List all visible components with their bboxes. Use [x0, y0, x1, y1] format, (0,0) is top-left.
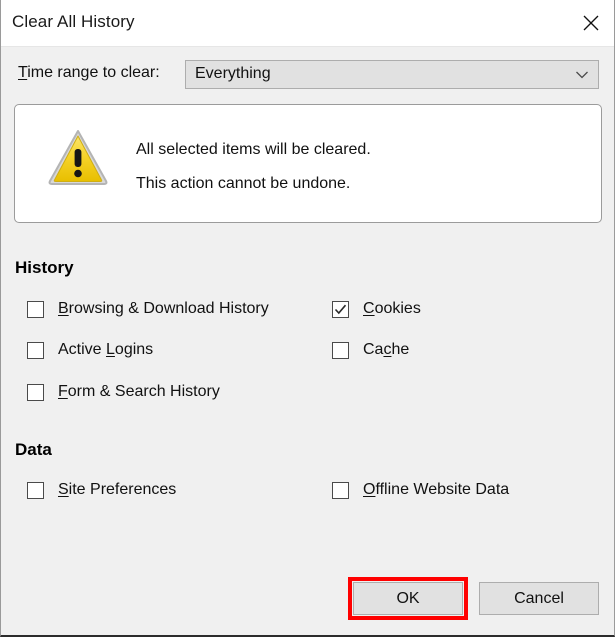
- accel-char: F: [58, 383, 68, 400]
- checkbox-label: Offline Website Data: [363, 481, 509, 499]
- checkbox-form-search-history[interactable]: Form & Search History: [27, 381, 220, 403]
- section-heading-history: History: [15, 258, 74, 277]
- warning-message: All selected items will be cleared. This…: [136, 133, 371, 201]
- checkbox-site-preferences[interactable]: Site Preferences: [27, 479, 176, 501]
- checkbox-box: [332, 300, 349, 318]
- checkmark-icon: [334, 304, 347, 314]
- time-range-label: Time range to clear:: [18, 64, 160, 82]
- clear-all-history-dialog: Clear All History Time range to clear: E…: [0, 0, 615, 637]
- warning-panel: All selected items will be cleared. This…: [14, 104, 602, 223]
- label-rest: he: [391, 341, 410, 358]
- accel-char: B: [58, 300, 69, 317]
- label-rest: ookies: [374, 300, 421, 317]
- time-range-selected-value: Everything: [195, 65, 271, 82]
- checkbox-label: Form & Search History: [58, 383, 220, 401]
- label-rest: ite Preferences: [68, 481, 177, 498]
- checkbox-browsing-download-history[interactable]: Browsing & Download History: [27, 298, 269, 320]
- dialog-titlebar: Clear All History: [1, 0, 614, 47]
- checkbox-box: [332, 341, 349, 359]
- accel-char: L: [106, 341, 115, 358]
- accel-char: C: [363, 300, 375, 317]
- checkbox-active-logins[interactable]: Active Logins: [27, 339, 153, 361]
- ok-button[interactable]: OK: [353, 582, 463, 615]
- checkbox-box: [27, 341, 44, 359]
- time-range-accel: T: [18, 64, 28, 81]
- label-rest: orm & Search History: [67, 383, 220, 400]
- checkbox-box: [27, 481, 44, 499]
- checkbox-cookies[interactable]: Cookies: [332, 298, 421, 320]
- checkbox-box: [27, 300, 44, 318]
- time-range-select[interactable]: Everything: [185, 60, 599, 89]
- warning-triangle-icon: [48, 130, 108, 185]
- cancel-button[interactable]: Cancel: [479, 582, 599, 615]
- accel-char: S: [58, 481, 69, 498]
- checkbox-label: Cookies: [363, 300, 421, 318]
- dialog-title: Clear All History: [12, 12, 135, 31]
- accel-char: O: [363, 481, 376, 498]
- checkbox-cache[interactable]: Cache: [332, 339, 409, 361]
- close-icon[interactable]: [568, 0, 614, 46]
- label-rest: ogins: [114, 341, 154, 358]
- section-heading-data: Data: [15, 440, 52, 459]
- checkbox-box: [27, 383, 44, 401]
- time-range-label-rest: ime range to clear:: [27, 64, 160, 81]
- warning-line-1: All selected items will be cleared.: [136, 141, 371, 158]
- checkbox-label: Cache: [363, 341, 409, 359]
- label-rest: ffline Website Data: [375, 481, 510, 498]
- label-rest: rowsing & Download History: [68, 300, 269, 317]
- checkbox-offline-website-data[interactable]: Offline Website Data: [332, 479, 509, 501]
- checkbox-label: Active Logins: [58, 341, 153, 359]
- checkbox-label: Site Preferences: [58, 481, 176, 499]
- checkbox-label: Browsing & Download History: [58, 300, 269, 318]
- label-pre: Active: [58, 341, 107, 358]
- warning-line-2: This action cannot be undone.: [136, 175, 351, 192]
- chevron-down-icon: [576, 71, 588, 79]
- checkbox-box: [332, 481, 349, 499]
- label-pre: Ca: [363, 341, 384, 358]
